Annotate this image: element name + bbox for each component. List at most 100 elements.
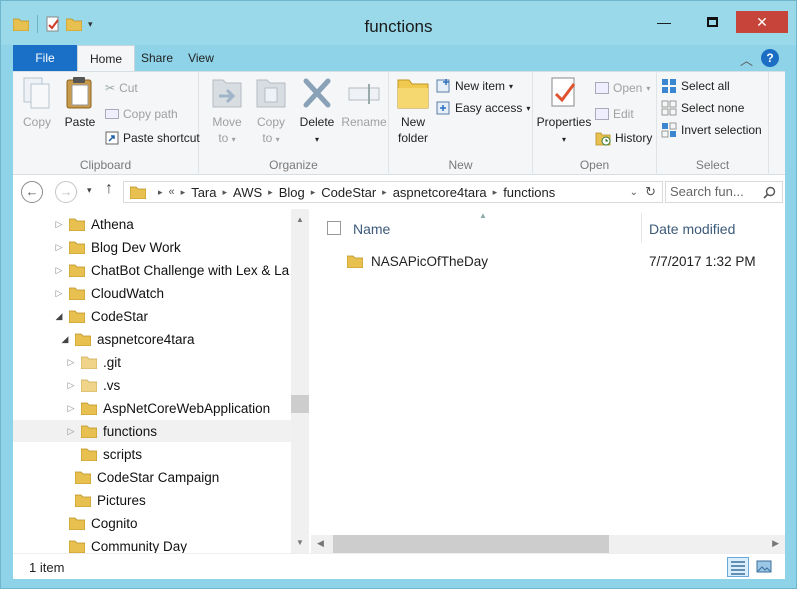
paste-shortcut-button[interactable]: Paste shortcut [105,128,200,148]
properties-button[interactable]: Properties ▾ [535,76,593,148]
scroll-right-icon[interactable]: ▶ [772,538,779,549]
tree-item-cognito[interactable]: Cognito [13,512,293,534]
tab-file[interactable]: File [13,45,77,71]
scroll-down-icon[interactable]: ▼ [291,538,309,547]
breadcrumb-tara[interactable]: Tara [191,185,216,200]
cut-label: Cut [119,81,138,95]
expand-icon[interactable]: ▷ [53,265,65,276]
help-icon[interactable]: ? [761,49,779,67]
search-input[interactable]: Search fun... [665,181,783,203]
tree-item-scripts[interactable]: scripts [13,443,293,465]
new-item-label: New item [455,79,506,93]
rename-button[interactable]: Rename [341,76,387,130]
delete-label: Delete [299,115,335,129]
edit-button[interactable]: Edit [595,104,634,124]
chevron-right-icon: ▸ [310,186,316,197]
expand-icon[interactable]: ▷ [65,357,77,368]
minimize-ribbon-icon[interactable]: ︿ [740,50,753,69]
maximize-button[interactable] [698,11,726,33]
column-divider[interactable] [641,213,642,243]
tree-scrollbar[interactable]: ▲ ▼ [291,209,309,553]
tree-item-athena[interactable]: ▷ Athena [13,213,293,235]
invert-selection-button[interactable]: Invert selection [661,120,762,140]
tree-item-codestar-campaign[interactable]: CodeStar Campaign [13,466,293,488]
chevron-down-icon: ▾ [231,135,236,144]
expand-icon[interactable]: ▷ [65,426,77,437]
tree-item-community-day[interactable]: Community Day [13,535,293,553]
minimize-button[interactable]: — [650,11,678,33]
select-none-button[interactable]: Select none [661,98,744,118]
easy-access-button[interactable]: Easy access ▾ [435,98,530,118]
column-name[interactable]: Name [353,221,390,237]
tree-item-codestar[interactable]: ◢ CodeStar [13,305,293,327]
chevron-down-icon: ▾ [646,83,651,93]
back-button[interactable]: ← [21,181,43,203]
tree-item-pictures[interactable]: Pictures [13,489,293,511]
file-row[interactable]: NASAPicOfTheDay 7/7/2017 1:32 PM [347,249,783,273]
new-folder-button[interactable]: New folder [393,76,433,146]
tree-item-cloudwatch[interactable]: ▷ CloudWatch [13,282,293,304]
copy-button[interactable]: Copy [19,76,55,130]
breadcrumb-aws[interactable]: AWS [233,185,262,200]
collapse-icon[interactable]: ◢ [59,334,71,345]
copy-to-button[interactable]: Copy to ▾ [253,76,289,148]
address-dropdown-icon[interactable]: ⌄ [630,187,638,198]
large-icons-view-button[interactable] [753,557,775,577]
expand-icon[interactable]: ▷ [65,403,77,414]
column-date-modified[interactable]: Date modified [649,221,735,237]
select-all-checkbox[interactable] [327,221,341,235]
breadcrumb-overflow[interactable]: « [169,186,175,198]
scroll-up-icon[interactable]: ▲ [291,215,309,224]
refresh-icon[interactable]: ↻ [645,184,656,200]
tab-view[interactable]: View [179,45,223,71]
tab-share[interactable]: Share [135,45,179,71]
scrollbar-thumb[interactable] [291,395,309,413]
new-item-icon [436,79,450,93]
paste-button[interactable]: Paste [61,76,99,130]
cut-button[interactable]: ✂ Cut [105,78,138,98]
expand-icon[interactable]: ▷ [53,288,65,299]
scrollbar-thumb[interactable] [333,535,609,553]
tab-home[interactable]: Home [77,45,135,71]
collapse-icon[interactable]: ◢ [53,311,65,322]
expand-icon[interactable]: ▷ [65,380,77,391]
tree-item-functions[interactable]: ▷ functions [13,420,293,442]
tree-item-chatbot[interactable]: ▷ ChatBot Challenge with Lex & La [13,259,293,281]
tree-item-git[interactable]: ▷ .git [13,351,293,373]
folder-icon [75,494,91,507]
open-button[interactable]: Open ▾ [595,78,650,98]
expand-icon[interactable]: ▷ [53,242,65,253]
breadcrumb-functions[interactable]: functions [503,185,555,200]
tree-item-label: Pictures [97,492,146,508]
forward-button[interactable]: → [55,181,77,203]
history-button[interactable]: History [595,128,652,148]
horizontal-scrollbar[interactable]: ◀ ▶ [311,535,785,553]
tree-item-label: Cognito [91,515,138,531]
copy-path-button[interactable]: Copy path [105,104,178,124]
tree-item-vs[interactable]: ▷ .vs [13,374,293,396]
select-all-button[interactable]: Select all [661,76,730,96]
close-button[interactable]: ✕ [736,11,788,33]
maximize-icon [706,17,718,27]
chevron-right-icon: ▸ [158,186,163,197]
breadcrumb-aspnetcore4tara[interactable]: aspnetcore4tara [393,185,487,200]
new-item-button[interactable]: New item ▾ [435,76,513,96]
up-arrow-icon[interactable]: ↑ [105,180,113,198]
breadcrumb-codestar[interactable]: CodeStar [321,185,376,200]
tree-item-aspnetcorewebapplication[interactable]: ▷ AspNetCoreWebApplication [13,397,293,419]
breadcrumb-blog[interactable]: Blog [279,185,305,200]
select-group: Select all Select none Invert selection … [657,72,769,176]
details-view-button[interactable] [727,557,749,577]
recent-locations-icon[interactable]: ▾ [87,185,92,196]
easy-access-label: Easy access [455,101,523,115]
tree-item-blog-dev-work[interactable]: ▷ Blog Dev Work [13,236,293,258]
tree-item-aspnetcore4tara[interactable]: ◢ aspnetcore4tara [13,328,293,350]
expand-icon[interactable]: ▷ [53,219,65,230]
scroll-left-icon[interactable]: ◀ [317,538,324,549]
ribbon: Copy Paste ✂ Cut Copy path Paste shortcut… [13,71,785,176]
address-bar[interactable]: ▸ « ▸ Tara ▸ AWS ▸ Blog ▸ CodeStar ▸ asp… [123,181,663,203]
chevron-down-icon: ▾ [275,135,280,144]
paste-label: Paste [64,115,96,129]
delete-button[interactable]: Delete ▾ [297,76,337,148]
move-to-button[interactable]: Move to ▾ [209,76,245,148]
